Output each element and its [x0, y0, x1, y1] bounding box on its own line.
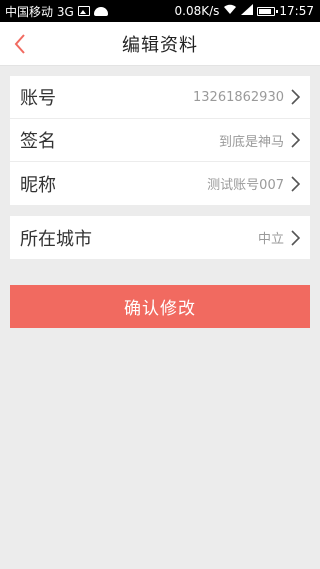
row-label: 所在城市 [20, 228, 92, 250]
chevron-left-icon [14, 34, 25, 54]
row-label: 账号 [20, 88, 56, 109]
row-value: 中立 [257, 232, 284, 247]
status-left: 中国移动 3G [5, 3, 108, 20]
nav-bar: 编辑资料 [0, 22, 320, 66]
row-right: 中立 [258, 228, 300, 247]
profile-group: 账号 13261862930 签名 到底是神马 昵称 测试账号007 [10, 76, 310, 205]
row-value: 测试账号007 [207, 178, 284, 193]
row-signature[interactable]: 签名 到底是神马 [10, 119, 310, 162]
row-value: 13261862930 [193, 89, 284, 105]
chevron-right-icon [290, 175, 300, 193]
net-speed-text: 0.08K/s [174, 4, 220, 18]
status-bar: 中国移动 3G 0.08K/s 17:57 [0, 0, 320, 22]
page-title: 编辑资料 [122, 34, 198, 56]
status-right: 0.08K/s 17:57 [175, 4, 314, 18]
chevron-right-icon [290, 229, 300, 247]
wifi-icon [223, 4, 237, 18]
row-value: 到底是神马 [218, 134, 284, 150]
android-notification-icon [93, 6, 108, 16]
location-group: 所在城市 中立 [10, 216, 310, 259]
row-right: 测试账号007 [207, 174, 300, 193]
image-notification-icon [77, 6, 90, 16]
clock-text: 17:57 [279, 4, 314, 18]
back-button[interactable] [6, 30, 34, 58]
carrier-text: 中国移动 3G [5, 4, 74, 19]
row-label: 昵称 [20, 174, 56, 196]
row-account[interactable]: 账号 13261862930 [10, 76, 310, 119]
chevron-right-icon [290, 131, 300, 149]
row-label: 签名 [20, 131, 56, 152]
signal-icon [241, 4, 254, 18]
row-city[interactable]: 所在城市 中立 [10, 216, 310, 259]
confirm-button[interactable]: 确认修改 [10, 285, 310, 328]
row-right: 到底是神马 [219, 131, 300, 150]
row-nickname[interactable]: 昵称 测试账号007 [10, 162, 310, 205]
battery-icon [257, 6, 279, 16]
chevron-right-icon [290, 88, 300, 106]
row-right: 13261862930 [193, 88, 300, 106]
